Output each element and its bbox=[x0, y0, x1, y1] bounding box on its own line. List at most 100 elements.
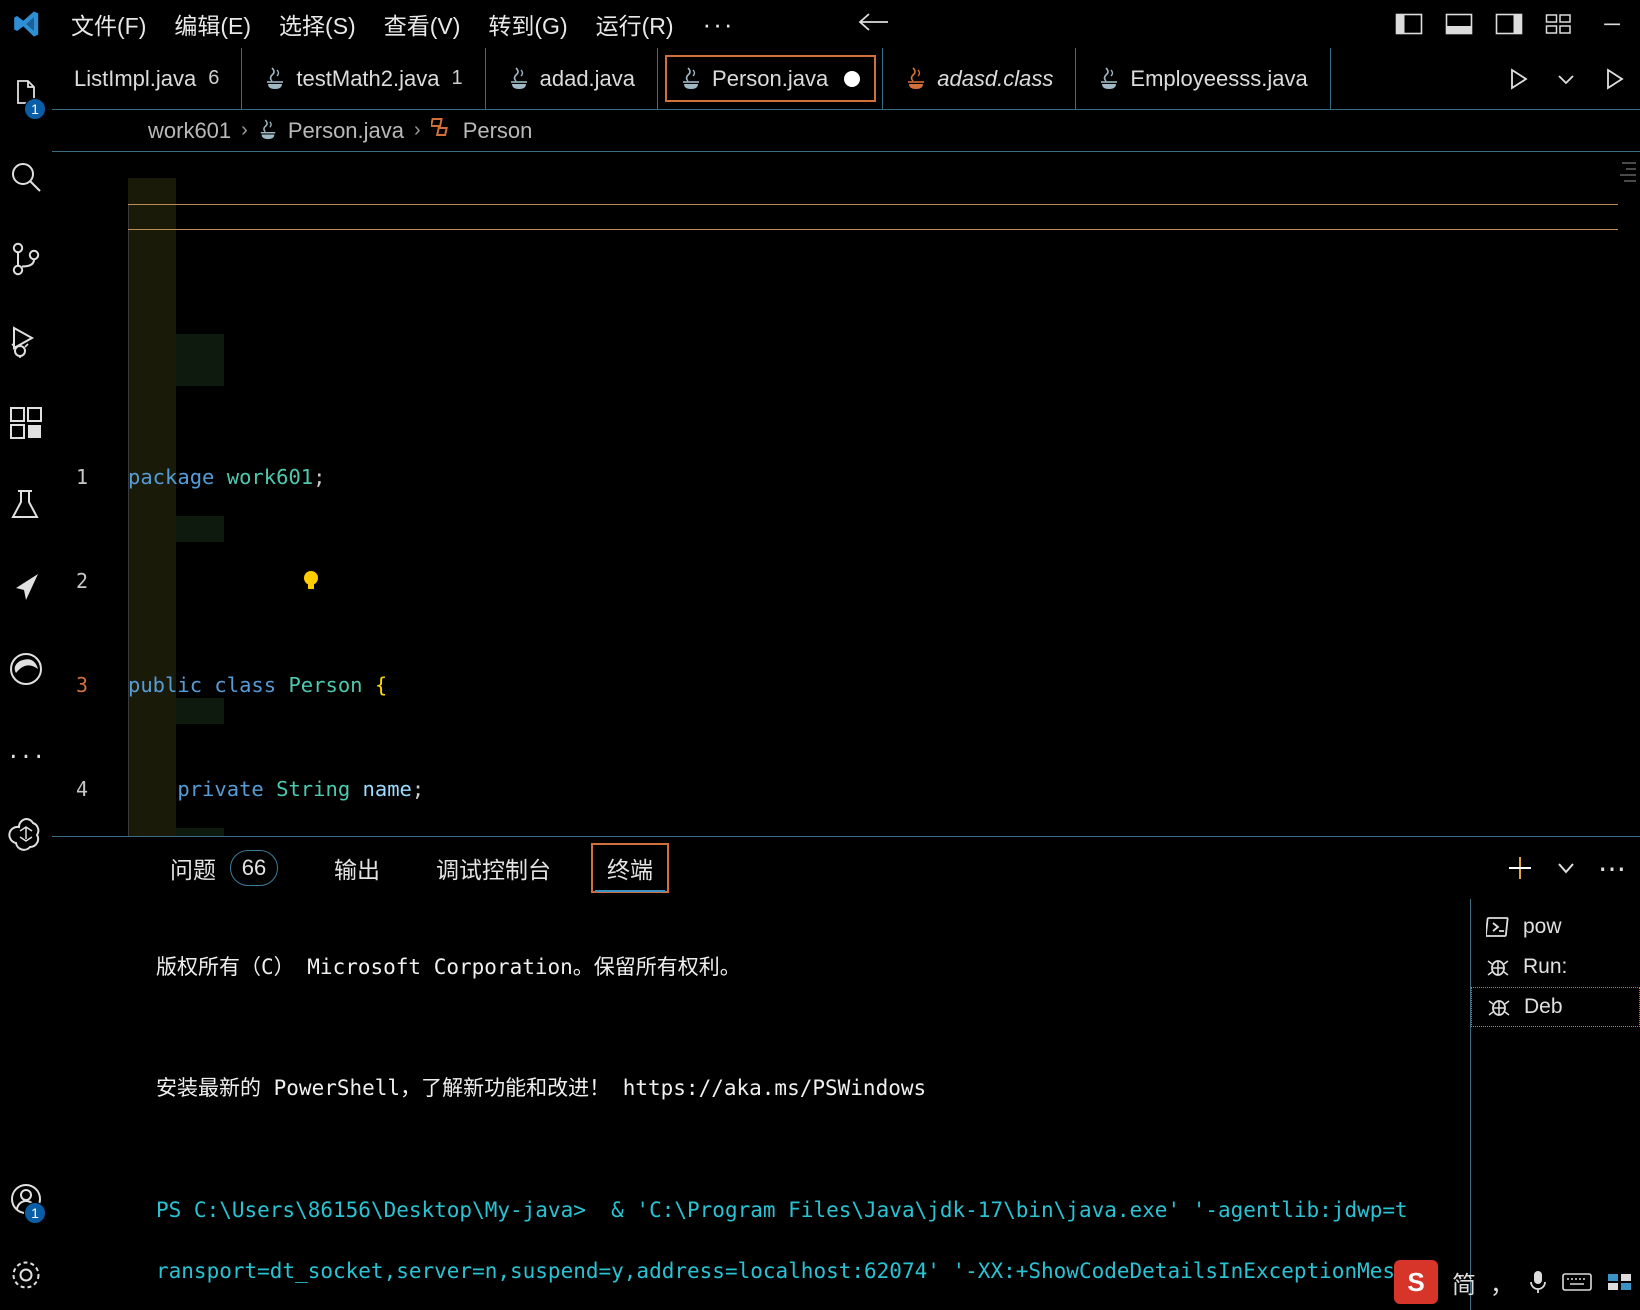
main-row: 1 ... 1 ListImpl.java 6 testMath2.java 1… bbox=[0, 48, 1640, 1310]
snippets-icon[interactable]: {...} bbox=[0, 710, 52, 792]
editor-tab-adad[interactable]: adad.java bbox=[485, 48, 659, 109]
terminal-body: 版权所有（C） Microsoft Corporation。保留所有权利。 安装… bbox=[52, 899, 1640, 1310]
java-file-icon bbox=[508, 66, 530, 92]
terminal-line: ransport=dt_socket,server=n,suspend=y,ad… bbox=[156, 1258, 1408, 1283]
line-number: 4 bbox=[75, 777, 88, 801]
codeium-icon[interactable] bbox=[0, 546, 52, 628]
breadcrumb-item-person-class[interactable]: Person bbox=[429, 117, 532, 145]
code-line-4: 4 private String name; bbox=[52, 776, 1640, 802]
terminal-profile-dropdown[interactable] bbox=[1544, 837, 1588, 899]
menu-go[interactable]: 转到(G) bbox=[475, 3, 580, 45]
split-editor-button[interactable] bbox=[1592, 48, 1636, 110]
editor-tab-person[interactable]: Person.java bbox=[658, 48, 884, 109]
editor-tab-bar: ListImpl.java 6 testMath2.java 1 adad.ja… bbox=[52, 48, 1640, 110]
lightbulb-icon[interactable] bbox=[114, 542, 321, 620]
editor-tab-adasd-class[interactable]: adasd.class bbox=[883, 48, 1077, 109]
ime-chinese-icon[interactable]: 简 bbox=[1452, 1265, 1476, 1300]
settings-gear-icon[interactable] bbox=[0, 1240, 52, 1310]
scope-highlight-class bbox=[128, 178, 176, 836]
ime-punctuation-icon[interactable]: ， bbox=[1490, 1265, 1514, 1300]
menu-file[interactable]: 文件(F) bbox=[58, 3, 159, 45]
line-number: 3 bbox=[75, 673, 88, 697]
class-symbol-icon bbox=[429, 117, 455, 145]
code-line-3: 3 public class Person { bbox=[52, 672, 1640, 698]
breadcrumb-separator-2: › bbox=[414, 119, 421, 141]
menu-selection[interactable]: 选择(S) bbox=[266, 3, 369, 45]
explorer-icon[interactable]: 1 bbox=[0, 54, 52, 136]
terminal-list-label: Deb bbox=[1524, 995, 1563, 1018]
run-button[interactable] bbox=[1496, 48, 1540, 110]
java-file-icon bbox=[1098, 66, 1120, 92]
toggle-secondary-sidebar-icon[interactable] bbox=[1484, 0, 1534, 48]
source-control-icon[interactable] bbox=[0, 218, 52, 300]
editor-tab-listimpl[interactable]: ListImpl.java 6 bbox=[52, 48, 243, 109]
breadcrumb-label: work601 bbox=[148, 117, 232, 143]
problems-count-badge: 66 bbox=[230, 850, 278, 886]
terminal-list-item-run[interactable]: Run: bbox=[1471, 947, 1640, 987]
panel-tab-output[interactable]: 输出 bbox=[320, 845, 394, 891]
java-class-icon bbox=[905, 66, 927, 92]
ime-keyboard-icon[interactable] bbox=[1562, 1271, 1592, 1293]
tab-label: testMath2.java bbox=[296, 65, 440, 91]
active-tab-underline bbox=[595, 890, 665, 892]
tab-label: adad.java bbox=[539, 65, 636, 91]
menu-run[interactable]: 运行(R) bbox=[583, 3, 687, 45]
accounts-badge: 1 bbox=[24, 1202, 46, 1224]
run-and-debug-icon[interactable] bbox=[0, 300, 52, 382]
terminal-list-item-powershell[interactable]: pow bbox=[1471, 907, 1640, 947]
customize-layout-icon[interactable] bbox=[1534, 0, 1584, 48]
breadcrumb-separator: › bbox=[241, 119, 248, 141]
terminal-line: 版权所有（C） Microsoft Corporation。保留所有权利。 bbox=[156, 954, 741, 979]
toggle-panel-icon[interactable] bbox=[1434, 0, 1484, 48]
line-text: public class Person { bbox=[128, 673, 388, 697]
testing-icon[interactable] bbox=[0, 464, 52, 546]
terminal-output[interactable]: 版权所有（C） Microsoft Corporation。保留所有权利。 安装… bbox=[52, 899, 1470, 1310]
edge-tools-icon[interactable] bbox=[0, 628, 52, 710]
system-tray: S 简 ， bbox=[1394, 1254, 1640, 1310]
panel-tab-terminal[interactable]: 终端 bbox=[591, 843, 669, 893]
editor-tab-employeesss[interactable]: Employeesss.java bbox=[1076, 48, 1331, 109]
terminal-list-item-debug[interactable]: Deb bbox=[1471, 987, 1640, 1027]
code-editor[interactable]: 1 package work601; 2 3 public class Pers… bbox=[52, 152, 1640, 836]
line-number: 2 bbox=[75, 569, 88, 593]
indent-guide bbox=[128, 204, 129, 836]
code-content: 1 package work601; 2 3 public class Pers… bbox=[52, 152, 1640, 836]
sogou-ime-icon[interactable]: S bbox=[1394, 1260, 1438, 1304]
terminal-line: 安装最新的 PowerShell，了解新功能和改进！ https://aka.m… bbox=[156, 1076, 927, 1100]
line-text: private String name; bbox=[177, 777, 425, 801]
panel-tab-label: 调试控制台 bbox=[436, 857, 551, 883]
run-dropdown-button[interactable] bbox=[1544, 48, 1588, 110]
tab-label: adasd.class bbox=[937, 65, 1054, 91]
new-terminal-button[interactable] bbox=[1498, 837, 1542, 899]
panel-tab-bar: 问题 66 输出 调试控制台 终端 ⋯ bbox=[52, 837, 1640, 899]
unsaved-indicator-icon[interactable] bbox=[844, 70, 861, 87]
minimize-button[interactable]: ─ bbox=[1584, 0, 1640, 48]
tab-label: ListImpl.java bbox=[74, 65, 197, 91]
editor-tab-testmath2[interactable]: testMath2.java 1 bbox=[242, 48, 486, 109]
breadcrumb-item-person-java[interactable]: Person.java bbox=[258, 118, 404, 144]
terminal-list-label: Run: bbox=[1523, 955, 1568, 978]
explorer-badge: 1 bbox=[24, 98, 46, 120]
ime-voice-icon[interactable] bbox=[1528, 1269, 1548, 1295]
arrow-left-icon[interactable] bbox=[857, 7, 891, 41]
search-icon[interactable] bbox=[0, 136, 52, 218]
terminal-line: PS C:\Users\86156\Desktop\My-java> & 'C:… bbox=[156, 1197, 1408, 1222]
menu-edit[interactable]: 编辑(E) bbox=[161, 3, 264, 45]
menu-view[interactable]: 查看(V) bbox=[371, 3, 474, 45]
chatgpt-icon[interactable] bbox=[0, 792, 52, 874]
toggle-primary-sidebar-icon[interactable] bbox=[1384, 0, 1434, 48]
panel-tab-debug-console[interactable]: 调试控制台 bbox=[422, 845, 565, 891]
activity-bar: 1 ... 1 bbox=[0, 48, 52, 1310]
breadcrumb-item-work601[interactable]: work601 bbox=[148, 118, 231, 144]
panel-tab-problems[interactable]: 问题 66 bbox=[156, 844, 292, 892]
scope-highlight-setage bbox=[176, 698, 224, 724]
extensions-icon[interactable] bbox=[0, 382, 52, 464]
minimap[interactable] bbox=[1618, 152, 1640, 836]
menu-more-button[interactable]: ··· bbox=[689, 9, 749, 40]
accounts-icon[interactable]: 1 bbox=[0, 1158, 52, 1240]
panel-more-actions-button[interactable]: ⋯ bbox=[1590, 837, 1634, 899]
vscode-logo bbox=[0, 9, 52, 39]
java-file-icon bbox=[264, 66, 286, 92]
ime-toolbox-icon[interactable] bbox=[1606, 1271, 1634, 1293]
